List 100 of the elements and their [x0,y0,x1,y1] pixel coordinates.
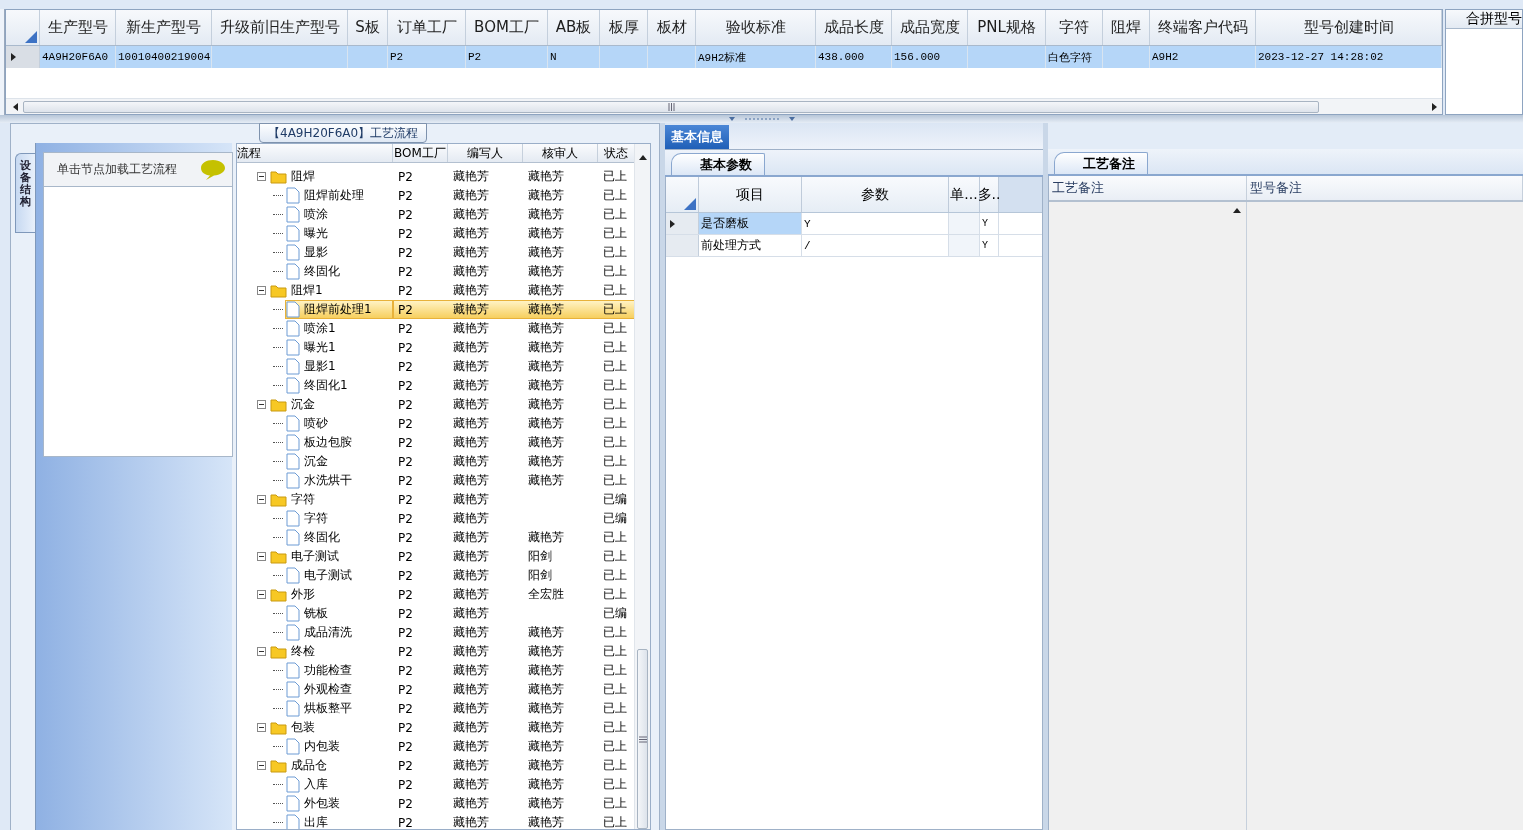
tree-node[interactable]: 喷涂1 [285,319,393,338]
tree-node[interactable]: 喷涂 [285,205,393,224]
collapse-icon[interactable] [257,286,266,295]
column-header[interactable]: BOM工厂 [393,144,448,162]
tree-node[interactable]: 曝光1 [285,338,393,357]
tree-node[interactable]: 喷砂 [285,414,393,433]
column-header[interactable]: 多.. [980,177,999,212]
tree-node[interactable]: 入库 [285,775,393,794]
table-cell-text: 藏艳芳 [527,529,565,546]
document-icon [286,700,300,717]
tree-node[interactable]: 沉金 [291,396,315,413]
tree-node[interactable]: 包装 [291,719,315,736]
column-header[interactable]: 订单工厂 [388,10,466,45]
column-header[interactable]: 成品宽度 [892,10,968,45]
table-cell-text: P2 [397,340,414,355]
tree-node[interactable]: 显影 [285,243,393,262]
tree-node[interactable]: 终固化1 [285,376,393,395]
table-cell-text: P2 [397,492,414,507]
tree-node[interactable]: 曝光 [285,224,393,243]
tree-node[interactable]: 功能检查 [285,661,393,680]
table-cell-text: 藏艳芳 [452,415,490,432]
tree-node[interactable]: 电子测试 [285,566,393,585]
tree-node[interactable]: 显影1 [285,357,393,376]
grip-icon [667,102,675,111]
tree-node[interactable]: 板边包胺 [285,433,393,452]
tree-node[interactable]: 外包装 [285,794,393,813]
column-header[interactable]: 阻焊 [1103,10,1150,45]
tree-node[interactable]: 阻焊前处理1 [285,300,393,319]
side-tab[interactable]: 设备结构 [15,153,35,233]
collapse-icon[interactable] [257,400,266,409]
tree-node[interactable]: 电子测试 [291,548,339,565]
tree-node[interactable]: 成品仓 [291,757,327,774]
collapse-icon[interactable] [257,647,266,656]
collapse-icon[interactable] [257,761,266,770]
collapse-icon[interactable] [257,723,266,732]
notes-tab[interactable]: 工艺备注 [1054,152,1148,174]
tree-node[interactable]: 阻焊前处理 [285,186,393,205]
column-header[interactable]: 终端客户代码 [1150,10,1256,45]
column-header[interactable]: 升级前旧生产型号 [212,10,348,45]
column-header[interactable]: 流程 [237,144,393,162]
column-header[interactable]: 项目 [699,177,802,212]
table-cell-text: 已上 [602,662,628,679]
column-header[interactable]: 板材 [648,10,696,45]
params-tab[interactable]: 基本参数 [671,153,765,175]
tree-node[interactable]: 阻焊1 [291,282,323,299]
tree-node[interactable]: 终固化 [285,262,393,281]
table-cell-text: 藏艳芳 [452,662,490,679]
table-cell-text: 藏艳芳 [527,206,565,223]
column-header[interactable]: 型号创建时间 [1256,10,1442,45]
collapse-icon[interactable] [257,590,266,599]
table-cell-text: 藏艳芳 [452,453,490,470]
column-header[interactable]: 核审人 [523,144,598,162]
tree-node[interactable]: 外形 [291,586,315,603]
tree-node[interactable]: 字符 [291,491,315,508]
column-header[interactable]: 板厚 [600,10,648,45]
column-header[interactable]: 生产型号 [40,10,116,45]
column-header[interactable]: BOM工厂 [466,10,548,45]
document-icon [286,415,300,432]
tree-node[interactable]: 内包装 [285,737,393,756]
table-cell-text: 藏艳芳 [527,814,565,829]
column-header[interactable]: 参数 [802,177,949,212]
tree-node[interactable]: 烘板整平 [285,699,393,718]
splitter-grip-icon [726,116,797,122]
tree-node[interactable]: 沉金 [285,452,393,471]
folder-icon [270,587,287,602]
table-cell-text: 已上 [602,643,628,660]
tree-node[interactable]: 出库 [285,813,393,829]
column-header[interactable]: 单... [949,177,980,212]
tree-node[interactable]: 水洗烘干 [285,471,393,490]
tree-node[interactable]: 终固化 [285,528,393,547]
column-header[interactable]: AB板 [548,10,600,45]
info-tab[interactable]: 基本信息 [665,125,729,149]
table-cell-text: P2 [397,625,414,640]
column-header[interactable]: 工艺备注 [1049,176,1247,200]
collapse-icon[interactable] [257,552,266,561]
table-cell-text: 藏艳芳 [452,510,490,527]
row-header[interactable] [666,213,699,234]
grid-row[interactable]: 4A9H20F6A0 10010400219004 P2 P2 N A9H2标准 438.000 156.000 白色字符 A9H2 2023-12-27 14:28:02 [6,46,1442,68]
tree-node[interactable]: 终检 [291,643,315,660]
column-header[interactable]: 验收标准 [696,10,816,45]
column-header[interactable]: 合拼型号 [1446,10,1522,29]
column-header[interactable]: PNL规格 [968,10,1046,45]
column-header[interactable]: S板 [348,10,388,45]
column-header[interactable]: 编写人 [448,144,523,162]
tree-node[interactable]: 成品清洗 [285,623,393,642]
tree-node[interactable]: 外观检查 [285,680,393,699]
table-cell-text: 已上 [602,453,628,470]
table-cell: N [548,46,600,68]
tree-node[interactable]: 字符 [285,509,393,528]
collapse-icon[interactable] [257,495,266,504]
collapse-icon[interactable] [257,172,266,181]
column-header[interactable]: 字符 [1046,10,1103,45]
table-cell-text: P2 [397,245,414,260]
column-header[interactable]: 型号备注 [1247,176,1523,200]
column-header[interactable]: 新生产型号 [116,10,212,45]
table-cell-text: 藏艳芳 [452,491,490,508]
table-cell-text: 藏艳芳 [452,320,490,337]
tree-node[interactable]: 铣板 [285,604,393,623]
column-header[interactable]: 成品长度 [816,10,892,45]
tree-node[interactable]: 阻焊 [291,168,315,185]
